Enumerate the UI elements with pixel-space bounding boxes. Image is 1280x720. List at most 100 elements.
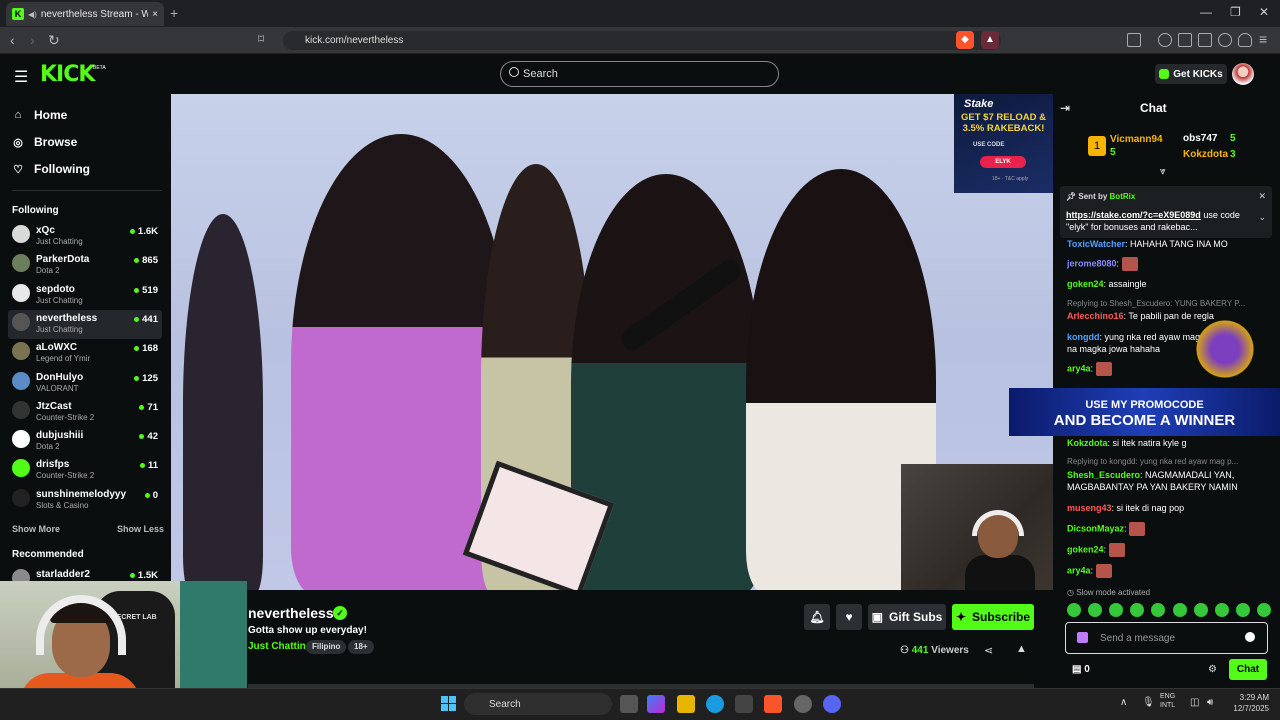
taskbar-search[interactable]: Search (464, 693, 612, 715)
nav-home[interactable]: ⌂ Home (12, 108, 68, 122)
following-item[interactable]: sepdoto Just Chatting 519 (8, 281, 162, 310)
chat-username[interactable]: kongdd (1067, 332, 1100, 342)
gift-icon[interactable] (1077, 632, 1088, 643)
input-language[interactable]: ENG INTL (1160, 692, 1175, 710)
chat-username[interactable]: museng43 (1067, 503, 1112, 513)
follow-heart-button[interactable]: ♥ (836, 604, 862, 630)
nav-following[interactable]: ♡ Following (12, 162, 90, 176)
notification-bell-button[interactable]: 🔔︎ (804, 604, 830, 630)
chat-message[interactable]: Kokzdota: si itek natira kyle g (1067, 437, 1277, 449)
chat-message[interactable]: ToxicWatcher: HAHAHA TANG INA MO (1067, 238, 1277, 250)
stream-category[interactable]: Just Chatting (248, 641, 312, 652)
task-view-icon[interactable] (620, 695, 638, 713)
brave-rewards-icon[interactable]: ▲ (981, 31, 999, 49)
emote-button[interactable] (1088, 603, 1103, 617)
volume-icon[interactable]: 🔊︎ (1207, 697, 1213, 708)
chat-username[interactable]: ToxicWatcher (1067, 239, 1125, 249)
brave-taskbar-icon[interactable] (764, 695, 782, 713)
emote-button[interactable] (1130, 603, 1145, 617)
tab-close-icon[interactable]: × (152, 9, 158, 20)
pinned-message[interactable]: 📌︎ Sent by BotRix https://stake.com/?c=e… (1060, 186, 1272, 238)
app-icon[interactable] (794, 695, 812, 713)
windows-start-icon[interactable] (441, 696, 456, 711)
emote-button[interactable] (1067, 603, 1081, 617)
maximize-icon[interactable]: ❐ (1230, 5, 1241, 19)
discord-icon[interactable] (823, 695, 841, 713)
kick-logo[interactable]: KICK (40, 62, 95, 87)
following-item[interactable]: sunshinemelodyyy Slots & Casino 0 (8, 486, 162, 515)
leader-name[interactable]: Kokzdota (1183, 149, 1228, 160)
tag-18plus[interactable]: 18+ (348, 640, 374, 654)
microphone-icon[interactable]: 🎙︎ (1142, 697, 1155, 708)
chat-username[interactable]: Shesh_Escudero (1067, 470, 1140, 480)
system-clock[interactable]: 3:29 AM 12/7/2025 (1225, 692, 1269, 714)
emote-button[interactable] (1214, 603, 1229, 617)
collapse-chat-icon[interactable]: ⇥ (1060, 101, 1070, 115)
tag-filipino[interactable]: Filipino (306, 640, 347, 654)
user-avatar[interactable] (1232, 63, 1254, 85)
chat-message[interactable]: DicsonMayaz: (1067, 522, 1277, 536)
show-less-button[interactable]: Show Less (117, 524, 164, 534)
emote-button[interactable] (1172, 603, 1187, 617)
store-icon[interactable] (735, 695, 753, 713)
show-more-button[interactable]: Show More (12, 524, 60, 534)
chat-username[interactable]: Kokzdota (1067, 438, 1108, 448)
following-item[interactable]: JtzCast Counter-Strike 2 71 (8, 398, 162, 427)
minimize-icon[interactable]: — (1200, 5, 1212, 19)
chat-message[interactable]: Shesh_Escudero: NAGMAMADALI YAN, MAGBABAN… (1067, 469, 1277, 493)
chat-username[interactable]: ary4a (1067, 363, 1091, 373)
reader-icon[interactable] (1178, 33, 1192, 47)
wallet-icon[interactable] (1198, 33, 1212, 47)
following-item[interactable]: aLoWXC Legend of Ymir 168 (8, 339, 162, 368)
expand-icon[interactable]: ⌄ (1258, 212, 1266, 223)
emote-button[interactable] (1193, 603, 1208, 617)
new-tab-button[interactable]: + (170, 5, 178, 21)
browser-tab[interactable]: K ◀) nevertheless Stream - Watch × (6, 2, 164, 26)
following-item[interactable]: xQc Just Chatting 1.6K (8, 222, 162, 251)
chat-username[interactable]: Arlecchino16 (1067, 311, 1124, 321)
network-icon[interactable]: ◫ (1190, 697, 1199, 708)
leader-name[interactable]: Vicmann94 (1110, 134, 1163, 145)
menu-icon[interactable]: ≡ (1259, 31, 1267, 47)
hamburger-menu-icon[interactable]: ☰ (14, 67, 28, 87)
reload-icon[interactable]: ↻ (48, 32, 60, 49)
chat-username[interactable]: DicsonMayaz (1067, 523, 1124, 533)
brave-shields-icon[interactable]: ◆ (956, 31, 974, 49)
emoji-picker-icon[interactable] (1245, 632, 1255, 642)
stake-ad-banner[interactable]: Stake GET $7 RELOAD & 3.5% RAKEBACK! USE… (954, 94, 1053, 193)
leader-name[interactable]: obs747 (1183, 133, 1217, 144)
chat-settings-gear-icon[interactable]: ⚙ (1208, 664, 1217, 675)
emote-button[interactable] (1256, 603, 1271, 617)
following-item[interactable]: ParkerDota Dota 2 865 (8, 251, 162, 280)
channel-points[interactable]: ▤ 0 (1072, 664, 1090, 675)
unpin-icon[interactable]: ✕ (1258, 191, 1266, 202)
chat-message[interactable]: museng43: si itek di nag pop (1067, 502, 1277, 514)
following-item[interactable]: DonHulyo VALORANT 125 (8, 369, 162, 398)
copilot-icon[interactable] (647, 695, 665, 713)
pinned-link[interactable]: https://stake.com/?c=eX9E089d (1066, 210, 1201, 220)
file-explorer-icon[interactable] (677, 695, 695, 713)
close-window-icon[interactable]: ✕ (1259, 5, 1269, 19)
edge-icon[interactable] (706, 695, 724, 713)
chat-message[interactable]: jerome8080: (1067, 257, 1277, 271)
share-icon[interactable]: ⋖ (984, 644, 993, 657)
emote-button[interactable] (1235, 603, 1250, 617)
chat-message[interactable]: goken24: assaingle (1067, 278, 1277, 290)
url-field[interactable]: kick.com/nevertheless (283, 31, 1001, 50)
send-chat-button[interactable]: Chat (1229, 659, 1267, 680)
vpn-shield-icon[interactable] (1238, 33, 1252, 47)
chat-message[interactable]: ary4a: (1067, 564, 1277, 578)
following-item[interactable]: nevertheless Just Chatting 441 (8, 309, 162, 339)
chat-username[interactable]: ary4a (1067, 565, 1091, 575)
leo-ai-icon[interactable] (1218, 33, 1232, 47)
music-icon[interactable] (1158, 33, 1172, 47)
forward-icon[interactable]: › (30, 32, 35, 48)
tray-overflow-icon[interactable]: ∧ (1120, 697, 1127, 708)
chat-message-input[interactable]: Send a message (1065, 622, 1268, 654)
chat-username[interactable]: jerome8080 (1067, 258, 1117, 268)
filter-icon[interactable]: ⩔ (1160, 166, 1166, 177)
back-icon[interactable]: ‹ (10, 32, 15, 48)
following-item[interactable]: dubjushiii Dota 2 42 (8, 427, 162, 456)
emote-button[interactable] (1109, 603, 1124, 617)
chat-username[interactable]: goken24 (1067, 279, 1104, 289)
